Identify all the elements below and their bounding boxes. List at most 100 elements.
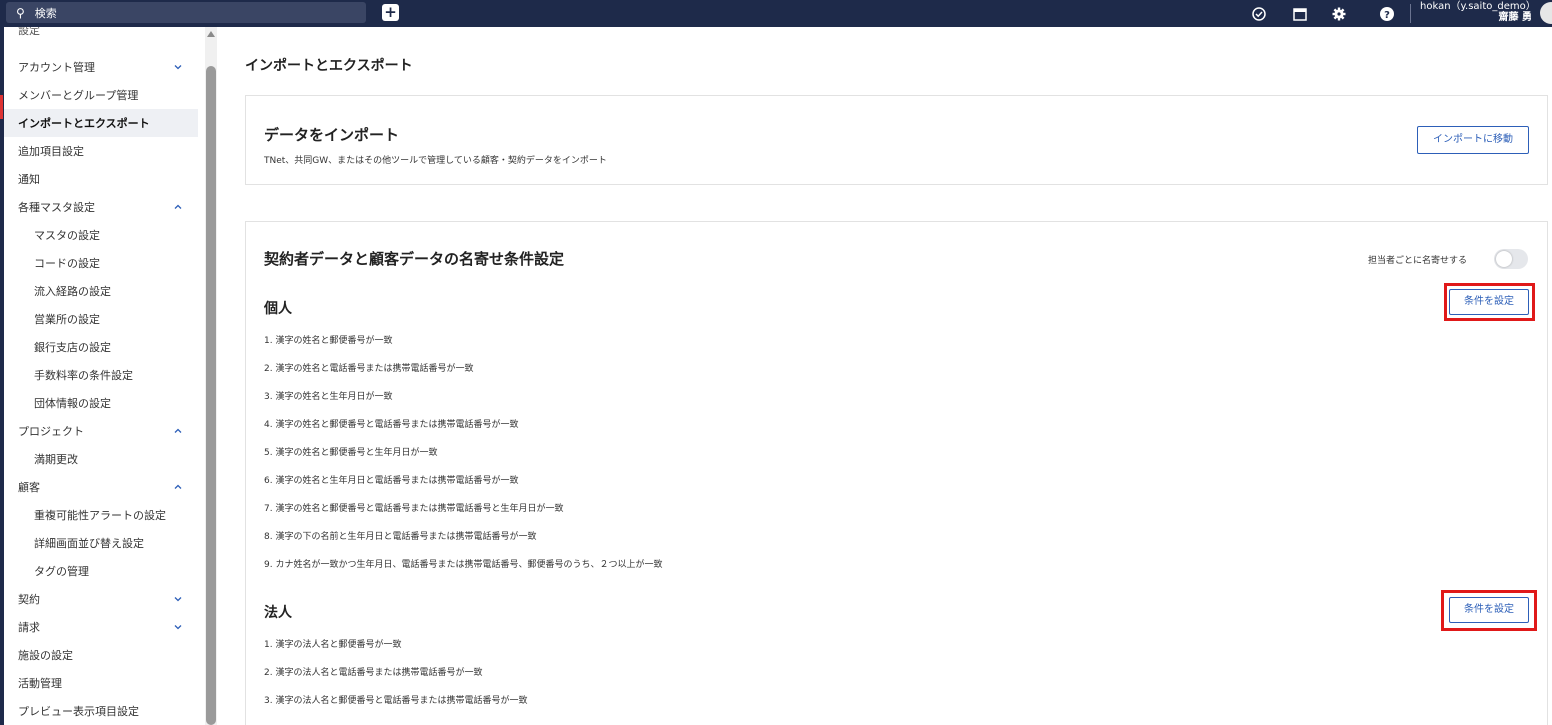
toggle-knob <box>1496 251 1512 267</box>
sidebar-item-label: メンバーとグループ管理 <box>18 89 139 102</box>
individual-rule: 5. 漢字の姓名と郵便番号と生年月日が一致 <box>264 448 438 458</box>
individual-rule: 4. 漢字の姓名と郵便番号と電話番号または携帯電話番号が一致 <box>264 420 519 430</box>
task-check-icon[interactable] <box>1250 5 1268 23</box>
per-assignee-toggle[interactable] <box>1494 249 1528 269</box>
sidebar-item-label: 施設の設定 <box>18 649 73 662</box>
highlight-box <box>1441 590 1537 631</box>
sidebar-item-office[interactable]: 営業所の設定 <box>4 305 198 333</box>
import-title: データをインポート <box>264 126 400 144</box>
sidebar-item-project[interactable]: プロジェクト <box>4 417 198 445</box>
sidebar-item-customer[interactable]: 顧客 <box>4 473 198 501</box>
sidebar-item-label: 請求 <box>18 621 40 634</box>
search-input[interactable]: ⚲ 検索 <box>6 2 366 23</box>
go-to-import-button[interactable]: インポートに移動 <box>1417 126 1529 154</box>
sidebar-item-label: インポートとエクスポート <box>18 117 150 130</box>
corporate-rule: 2. 漢字の法人名と電話番号または携帯電話番号が一致 <box>264 668 483 678</box>
sidebar-item-duplicate-alert[interactable]: 重複可能性アラートの設定 <box>4 501 198 529</box>
sidebar-item-label: コードの設定 <box>34 257 100 270</box>
help-icon[interactable]: ? <box>1378 5 1396 23</box>
gear-icon[interactable] <box>1330 5 1348 23</box>
svg-text:?: ? <box>1384 10 1390 21</box>
sidebar-item-label: プレビュー表示項目設定 <box>18 705 139 718</box>
sidebar-item-label: 銀行支店の設定 <box>34 341 111 354</box>
import-card: データをインポート TNet、共同GW、またはその他ツールで管理している顧客・契… <box>245 95 1548 185</box>
sidebar-item-billing[interactable]: 請求 <box>4 613 198 641</box>
settings-sidebar: 設定 アカウント管理 メンバーとグループ管理 インポートとエクスポート 追加項目… <box>4 27 198 725</box>
sidebar-item-label: 満期更改 <box>34 453 78 466</box>
individual-rule: 2. 漢字の姓名と電話番号または携帯電話番号が一致 <box>264 364 474 374</box>
chevron-up-icon <box>172 201 184 213</box>
sidebar-item-tags[interactable]: タグの管理 <box>4 557 198 585</box>
sidebar-item-label: 手数料率の条件設定 <box>34 369 133 382</box>
add-button[interactable]: + <box>382 4 399 21</box>
individual-rule: 3. 漢字の姓名と生年月日が一致 <box>264 392 393 402</box>
sidebar-item-label: タグの管理 <box>34 565 89 578</box>
per-assignee-toggle-label: 担当者ごとに名寄せする <box>1368 256 1468 266</box>
sidebar-item-facility[interactable]: 施設の設定 <box>4 641 198 669</box>
highlight-box <box>1444 283 1535 321</box>
individual-rule: 8. 漢字の下の名前と生年月日と電話番号または携帯電話番号が一致 <box>264 532 537 542</box>
sidebar-heading: 設定 <box>18 27 40 37</box>
sidebar-item-members[interactable]: メンバーとグループ管理 <box>4 81 198 109</box>
sidebar-item-commission[interactable]: 手数料率の条件設定 <box>4 361 198 389</box>
individual-rule: 1. 漢字の姓名と郵便番号が一致 <box>264 336 393 346</box>
topbar-divider <box>1410 4 1411 23</box>
sidebar-item-inflow[interactable]: 流入経路の設定 <box>4 277 198 305</box>
individual-rule: 6. 漢字の姓名と生年月日と電話番号または携帯電話番号が一致 <box>264 476 519 486</box>
sidebar-scroll-thumb[interactable] <box>206 66 216 725</box>
sidebar-item-label: 契約 <box>18 593 40 606</box>
sidebar-item-label: 各種マスタ設定 <box>18 201 95 214</box>
chevron-down-icon <box>172 61 184 73</box>
search-icon: ⚲ <box>16 5 25 20</box>
sidebar-item-detail-order[interactable]: 詳細画面並び替え設定 <box>4 529 198 557</box>
user-name: 齋藤 勇 <box>1498 12 1532 23</box>
chevron-down-icon <box>172 593 184 605</box>
sidebar-item-code[interactable]: コードの設定 <box>4 249 198 277</box>
top-bar: ⚲ 検索 + ? hokan（y.saito_demo） 齋藤 勇 <box>0 0 1552 27</box>
sidebar-item-activity[interactable]: 活動管理 <box>4 669 198 697</box>
individual-rule: 9. カナ姓名が一致かつ生年月日、電話番号または携帯電話番号、郵便番号のうち、２… <box>264 560 663 570</box>
chevron-down-icon <box>172 621 184 633</box>
sidebar-item-group-info[interactable]: 団体情報の設定 <box>4 389 198 417</box>
sidebar-item-contract[interactable]: 契約 <box>4 585 198 613</box>
matching-conditions-card: 契約者データと顧客データの名寄せ条件設定 担当者ごとに名寄せする 個人 条件を設… <box>245 221 1548 725</box>
sidebar-item-label: プロジェクト <box>18 425 84 438</box>
sidebar-item-label: 追加項目設定 <box>18 145 84 158</box>
sidebar-item-label: 重複可能性アラートの設定 <box>34 509 166 522</box>
chevron-up-icon <box>172 425 184 437</box>
sidebar-item-notifications[interactable]: 通知 <box>4 165 198 193</box>
nav-active-marker <box>0 95 3 119</box>
sidebar-item-import-export[interactable]: インポートとエクスポート <box>4 109 198 137</box>
sidebar-item-custom-fields[interactable]: 追加項目設定 <box>4 137 198 165</box>
sidebar-item-label: 詳細画面並び替え設定 <box>34 537 144 550</box>
sidebar-item-bank-branch[interactable]: 銀行支店の設定 <box>4 333 198 361</box>
sidebar-item-label: 流入経路の設定 <box>34 285 111 298</box>
sidebar-item-renewal[interactable]: 満期更改 <box>4 445 198 473</box>
sidebar-item-preview-fields[interactable]: プレビュー表示項目設定 <box>4 697 198 725</box>
page-title: インポートとエクスポート <box>245 58 413 74</box>
corporate-section-title: 法人 <box>264 605 292 621</box>
scroll-up-arrow-icon[interactable] <box>207 31 215 37</box>
user-info[interactable]: hokan（y.saito_demo） 齋藤 勇 <box>1420 1 1536 23</box>
avatar[interactable] <box>1540 2 1552 24</box>
matching-title: 契約者データと顧客データの名寄せ条件設定 <box>264 250 565 268</box>
search-placeholder: 検索 <box>34 6 57 20</box>
sidebar-item-label: アカウント管理 <box>18 61 95 74</box>
sidebar-item-label: 営業所の設定 <box>34 313 100 326</box>
chevron-up-icon <box>172 481 184 493</box>
sidebar-item-label: マスタの設定 <box>34 229 100 242</box>
sidebar-item-label: 通知 <box>18 173 40 186</box>
import-description: TNet、共同GW、またはその他ツールで管理している顧客・契約データをインポート <box>264 156 607 166</box>
sidebar-item-master-settings[interactable]: 各種マスタ設定 <box>4 193 198 221</box>
sidebar-item-label: 活動管理 <box>18 677 62 690</box>
sidebar-item-label: 顧客 <box>18 481 40 494</box>
corporate-rule: 1. 漢字の法人名と郵便番号が一致 <box>264 640 402 650</box>
calendar-icon[interactable] <box>1291 5 1309 23</box>
user-account-id: hokan（y.saito_demo） <box>1420 1 1536 12</box>
individual-rule: 7. 漢字の姓名と郵便番号と電話番号または携帯電話番号と生年月日が一致 <box>264 504 564 514</box>
individual-section-title: 個人 <box>264 301 292 317</box>
sidebar-item-account[interactable]: アカウント管理 <box>4 53 198 81</box>
sidebar-item-master[interactable]: マスタの設定 <box>4 221 198 249</box>
sidebar-item-label: 団体情報の設定 <box>34 397 111 410</box>
corporate-rule: 3. 漢字の法人名と郵便番号と電話番号または携帯電話番号が一致 <box>264 696 528 706</box>
